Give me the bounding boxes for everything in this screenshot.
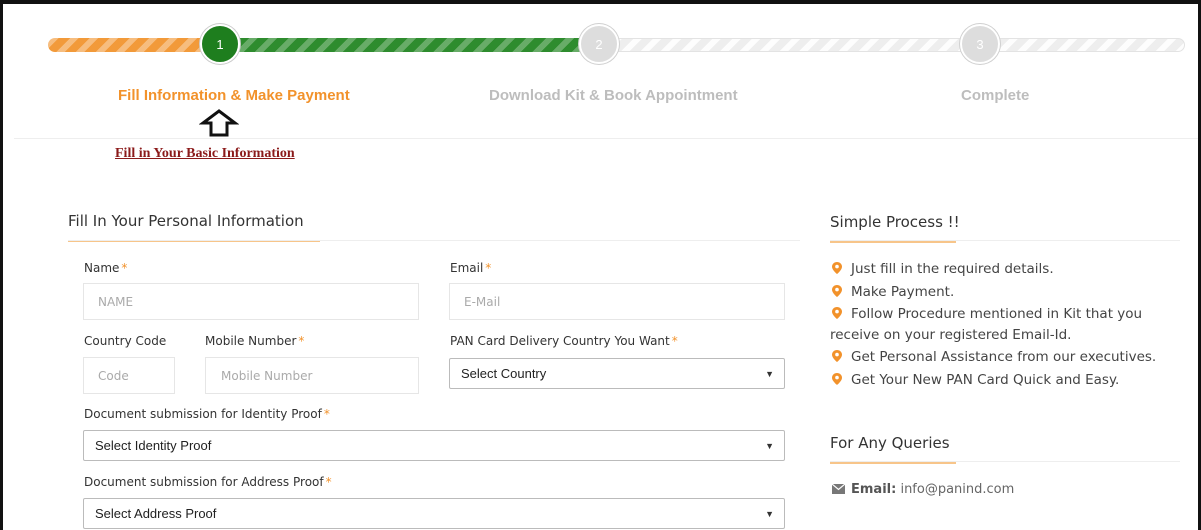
personal-info-heading: Fill In Your Personal Information [68,212,320,242]
name-input[interactable] [83,283,419,320]
address-proof-select[interactable]: Select Address Proof ▼ [83,498,785,529]
queries-divider [830,461,1180,462]
step-2-badge: 2 [579,24,619,64]
process-list: Just fill in the required details. Make … [830,258,1175,392]
chevron-down-icon: ▼ [765,369,774,379]
identity-proof-value: Select Identity Proof [95,438,212,453]
mobile-input[interactable] [205,357,419,394]
step-1-label: Fill Information & Make Payment [118,87,350,104]
simple-process-divider [830,240,1180,241]
delivery-country-value: Select Country [461,366,547,381]
list-item: Follow Procedure mentioned in Kit that y… [830,306,1143,343]
map-pin-icon [832,350,842,362]
map-pin-icon [832,307,842,319]
step-3-badge: 3 [960,24,1000,64]
country-code-input[interactable] [83,357,175,394]
map-pin-icon [832,373,842,385]
email-label: Email * [450,261,492,275]
queries-heading: For Any Queries [830,434,956,464]
contact-email: Email: info@panind.com [831,482,1014,497]
map-pin-icon [832,262,842,274]
mobile-label: Mobile Number * [205,334,305,348]
step-3-label: Complete [961,87,1030,104]
list-item: Get Personal Assistance from our executi… [830,346,1175,369]
arrow-up-icon [199,109,239,137]
basic-info-link[interactable]: Fill in Your Basic Information [115,146,295,162]
step-2-label: Download Kit & Book Appointment [489,87,738,104]
address-proof-value: Select Address Proof [95,506,217,521]
country-code-label: Country Code [84,334,167,348]
map-pin-icon [832,285,842,297]
list-item: Get Your New PAN Card Quick and Easy. [830,369,1175,392]
header-divider [14,138,1198,139]
identity-proof-select[interactable]: Select Identity Proof ▼ [83,430,785,461]
progress-track-current [223,38,600,52]
envelope-icon [831,483,846,494]
name-label: Name * [84,261,128,275]
list-item: Just fill in the required details. [830,258,1175,281]
progress-track-remaining [600,38,1185,52]
delivery-country-label: PAN Card Delivery Country You Want * [450,334,678,348]
list-item: Make Payment. [830,281,1175,304]
simple-process-heading: Simple Process !! [830,213,960,243]
identity-proof-label: Document submission for Identity Proof * [84,407,330,421]
personal-info-divider [68,240,800,241]
email-link[interactable]: info@panind.com [900,482,1014,497]
chevron-down-icon: ▼ [765,441,774,451]
chevron-down-icon: ▼ [765,509,774,519]
delivery-country-select[interactable]: Select Country ▼ [449,358,785,389]
step-1-badge: 1 [200,24,240,64]
address-proof-label: Document submission for Address Proof * [84,475,332,489]
email-input[interactable] [449,283,785,320]
progress-track-completed [48,38,223,52]
